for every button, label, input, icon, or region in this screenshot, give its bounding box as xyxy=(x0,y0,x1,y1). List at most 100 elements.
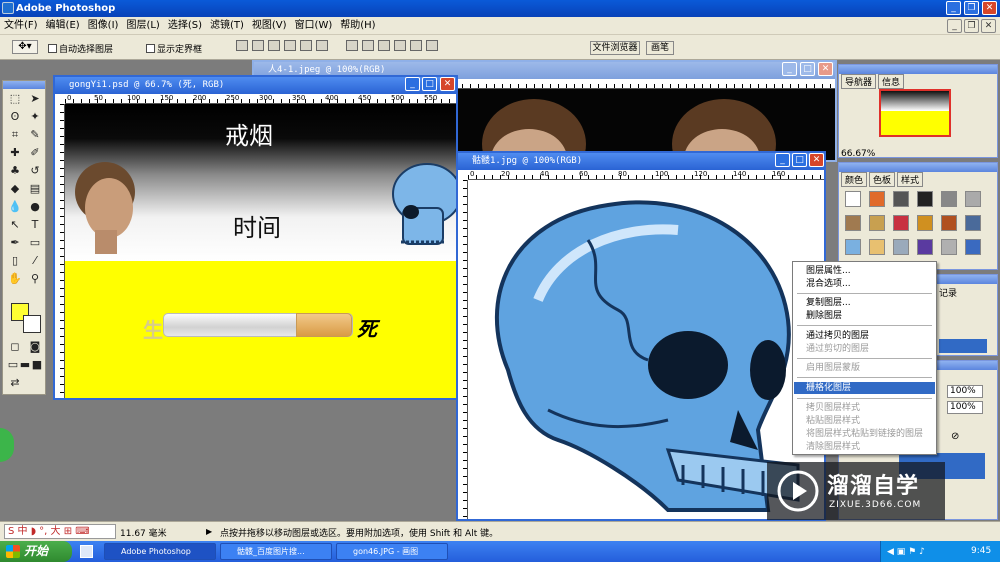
path-select-icon[interactable]: ↖ xyxy=(7,217,23,233)
navigator-zoom[interactable]: 66.67% xyxy=(841,149,875,159)
distribute-left-icon[interactable] xyxy=(394,40,406,51)
eraser-tool-icon[interactable]: ◆ xyxy=(7,181,23,197)
align-top-icon[interactable] xyxy=(236,40,248,51)
style-swatch[interactable] xyxy=(893,191,909,207)
color-tab[interactable]: 颜色 xyxy=(841,172,868,187)
skull-doc-minimize-button[interactable]: _ xyxy=(775,153,790,167)
minimize-button[interactable]: _ xyxy=(946,1,961,15)
gongyi-maximize-button[interactable]: □ xyxy=(422,77,437,91)
distribute-right-icon[interactable] xyxy=(426,40,438,51)
menu-rasterize-layer[interactable]: 栅格化图层 xyxy=(794,382,935,394)
taskbar-browser[interactable]: 骷髅_百度图片搜... xyxy=(220,543,332,560)
layer-effects-icon[interactable]: ⊘ xyxy=(951,431,959,442)
taskbar-photoshop[interactable]: Adobe Photoshop xyxy=(104,543,216,560)
style-swatch[interactable] xyxy=(917,239,933,255)
history-selected-state[interactable] xyxy=(939,339,987,353)
magic-wand-tool-icon[interactable]: ✦ xyxy=(27,109,43,125)
close-button[interactable]: ✕ xyxy=(982,1,997,15)
notes-tool-icon[interactable]: ▯ xyxy=(7,253,23,269)
menu-view[interactable]: 视图(V) xyxy=(248,17,291,35)
distribute-center-icon[interactable] xyxy=(410,40,422,51)
background-color-swatch[interactable] xyxy=(23,315,41,333)
brushes-tab[interactable]: 画笔 xyxy=(646,41,674,55)
taskbar-clock[interactable]: 9:45 xyxy=(971,546,991,556)
style-swatch[interactable] xyxy=(893,239,909,255)
auto-select-option[interactable]: 自动选择图层 xyxy=(48,42,113,55)
skull-doc-close-button[interactable]: ✕ xyxy=(809,153,824,167)
align-left-icon[interactable] xyxy=(284,40,296,51)
style-swatch[interactable] xyxy=(965,191,981,207)
align-bottom-icon[interactable] xyxy=(268,40,280,51)
opacity-input[interactable]: 100% xyxy=(947,385,983,398)
distribute-bottom-icon[interactable] xyxy=(378,40,390,51)
menu-window[interactable]: 窗口(W) xyxy=(291,17,337,35)
style-swatch[interactable] xyxy=(845,191,861,207)
style-swatch[interactable] xyxy=(965,239,981,255)
marquee-tool-icon[interactable]: ⬚ xyxy=(7,91,23,107)
skull-doc-maximize-button[interactable]: □ xyxy=(792,153,807,167)
quick-mask-icon[interactable]: ◙ xyxy=(27,339,43,355)
bg-doc-maximize-button[interactable]: □ xyxy=(800,62,815,76)
doc-close-button[interactable]: ✕ xyxy=(981,19,996,33)
style-swatch[interactable] xyxy=(893,215,909,231)
distribute-top-icon[interactable] xyxy=(346,40,358,51)
fill-input[interactable]: 100% xyxy=(947,401,983,414)
navigator-preview[interactable] xyxy=(879,89,951,137)
style-swatch[interactable] xyxy=(917,215,933,231)
gradient-tool-icon[interactable]: ▤ xyxy=(27,181,43,197)
menu-select[interactable]: 选择(S) xyxy=(164,17,206,35)
styles-tab[interactable]: 样式 xyxy=(897,172,924,187)
style-swatch[interactable] xyxy=(869,191,885,207)
menu-duplicate-layer[interactable]: 复制图层... xyxy=(794,297,935,309)
taskbar-paint[interactable]: gon46.JPG - 画图 xyxy=(336,543,448,560)
align-right-icon[interactable] xyxy=(316,40,328,51)
style-swatch[interactable] xyxy=(941,215,957,231)
move-tool-preset-icon[interactable]: ✥▾ xyxy=(12,40,38,54)
menu-filter[interactable]: 滤镜(T) xyxy=(206,17,248,35)
menu-blending-options[interactable]: 混合选项... xyxy=(794,278,935,290)
hand-tool-icon[interactable]: ✋ xyxy=(7,271,23,287)
auto-select-checkbox[interactable] xyxy=(48,44,57,53)
swatches-tab[interactable]: 色板 xyxy=(869,172,896,187)
style-swatch[interactable] xyxy=(917,191,933,207)
menu-delete-layer[interactable]: 删除图层 xyxy=(794,310,935,322)
brush-tool-icon[interactable]: ✐ xyxy=(27,145,43,161)
type-tool-icon[interactable]: T xyxy=(27,217,43,233)
restore-button[interactable]: ❐ xyxy=(964,1,979,15)
pen-tool-icon[interactable]: ✒ xyxy=(7,235,23,251)
style-swatch[interactable] xyxy=(941,191,957,207)
screen-mode-full-icon[interactable]: ■ xyxy=(29,357,45,373)
menu-help[interactable]: 帮助(H) xyxy=(336,17,379,35)
info-tab[interactable]: 信息 xyxy=(878,74,905,89)
status-arrow-icon[interactable]: ▶ xyxy=(206,527,212,536)
menu-edit[interactable]: 编辑(E) xyxy=(42,17,84,35)
history-brush-icon[interactable]: ↺ xyxy=(27,163,43,179)
style-swatch[interactable] xyxy=(869,215,885,231)
jump-to-imageready-icon[interactable]: ⇄ xyxy=(7,375,23,391)
doc-restore-button[interactable]: ❐ xyxy=(964,19,979,33)
style-swatch[interactable] xyxy=(845,215,861,231)
standard-mode-icon[interactable]: ◻ xyxy=(7,339,23,355)
slice-tool-icon[interactable]: ✎ xyxy=(27,127,43,143)
file-browser-tab[interactable]: 文件浏览器 xyxy=(590,41,640,55)
blur-tool-icon[interactable]: 💧 xyxy=(7,199,23,215)
history-tab[interactable]: 记录 xyxy=(939,286,957,299)
move-tool-icon[interactable]: ➤ xyxy=(27,91,43,107)
quick-launch-icon[interactable] xyxy=(80,545,93,558)
show-bounds-option[interactable]: 显示定界框 xyxy=(146,42,202,55)
style-swatch[interactable] xyxy=(869,239,885,255)
style-swatch[interactable] xyxy=(941,239,957,255)
gongyi-document-title[interactable]: gongYi1.psd @ 66.7% (死, RGB) xyxy=(55,77,456,94)
style-swatch[interactable] xyxy=(965,215,981,231)
show-bounds-checkbox[interactable] xyxy=(146,44,155,53)
eyedropper-tool-icon[interactable]: ⁄ xyxy=(27,253,43,269)
bg-doc-close-button[interactable]: ✕ xyxy=(818,62,833,76)
crop-tool-icon[interactable]: ⌗ xyxy=(7,127,23,143)
menu-layer-properties[interactable]: 图层属性... xyxy=(794,265,935,277)
healing-brush-icon[interactable]: ✚ xyxy=(7,145,23,161)
gongyi-minimize-button[interactable]: _ xyxy=(405,77,420,91)
menu-image[interactable]: 图像(I) xyxy=(84,17,123,35)
style-swatch[interactable] xyxy=(845,239,861,255)
menu-file[interactable]: 文件(F) xyxy=(0,17,42,35)
navigator-tab[interactable]: 导航器 xyxy=(841,74,877,89)
